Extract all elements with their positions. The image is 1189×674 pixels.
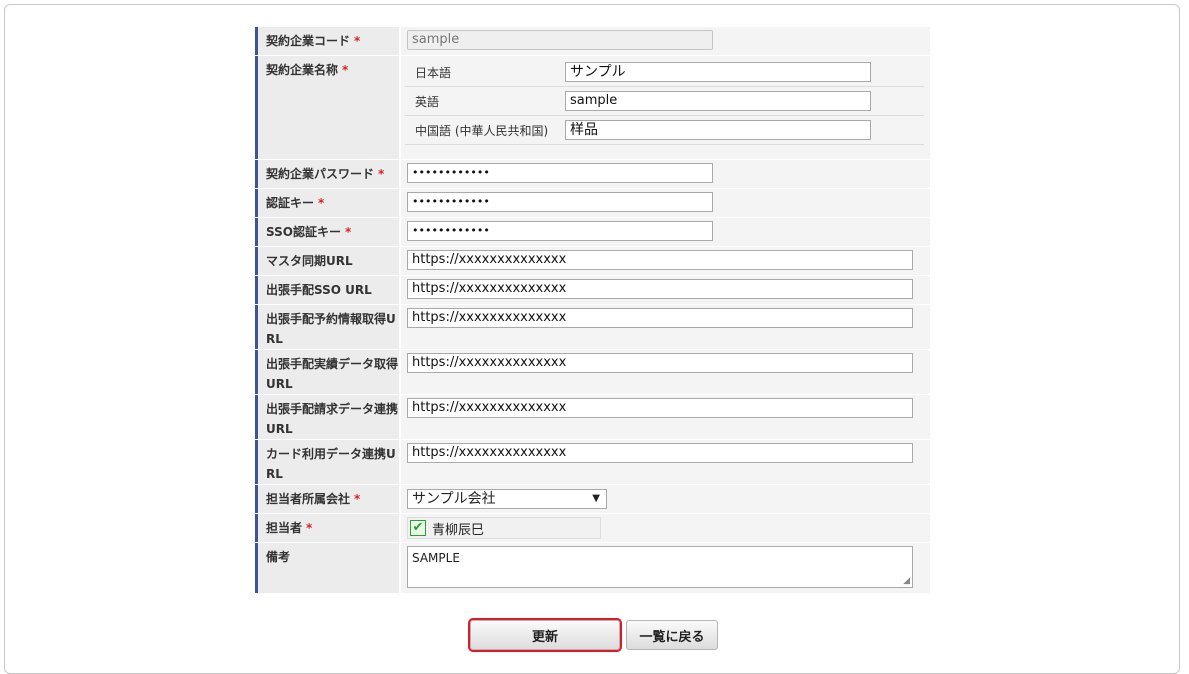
name-ja-input[interactable]: サンプル	[565, 62, 871, 82]
name-en-input[interactable]: sample	[565, 91, 871, 111]
row-contact-company: 担当者所属会社 * サンプル会社 ▼	[255, 485, 930, 514]
update-button[interactable]: 更新	[468, 618, 622, 652]
row-trip-actual-url: 出張手配実績データ取得URL https://xxxxxxxxxxxxxx	[255, 350, 930, 395]
trip-booking-url-input[interactable]: https://xxxxxxxxxxxxxx	[407, 308, 913, 328]
label-company-code: 契約企業コード *	[255, 27, 399, 55]
password-input[interactable]: ••••••••••••	[407, 163, 713, 183]
chevron-down-icon: ▼	[592, 493, 600, 504]
row-trip-billing-url: 出張手配請求データ連携URL https://xxxxxxxxxxxxxx	[255, 395, 930, 440]
row-contact-person: 担当者 * ✔ 青柳辰巳	[255, 514, 930, 543]
auth-key-input[interactable]: ••••••••••••	[407, 192, 713, 212]
company-form: 契約企業コード * sample 契約企業名称 * 日本語 サンプル 英語 samp…	[255, 27, 930, 594]
trip-billing-url-input[interactable]: https://xxxxxxxxxxxxxx	[407, 398, 913, 418]
remarks-textarea[interactable]: SAMPLE ◢	[407, 546, 913, 588]
sso-key-input[interactable]: ••••••••••••	[407, 221, 713, 241]
card-data-url-input[interactable]: https://xxxxxxxxxxxxxx	[407, 443, 913, 463]
trip-sso-url-input[interactable]: https://xxxxxxxxxxxxxx	[407, 279, 913, 299]
row-master-sync-url: マスタ同期URL https://xxxxxxxxxxxxxx	[255, 247, 930, 276]
row-trip-sso-url: 出張手配SSO URL https://xxxxxxxxxxxxxx	[255, 276, 930, 305]
lang-row-ja: 日本語 サンプル	[405, 58, 924, 87]
checkmark-icon[interactable]: ✔	[410, 520, 426, 536]
label-company-name: 契約企業名称 *	[255, 56, 399, 159]
row-company-code: 契約企業コード * sample	[255, 27, 930, 56]
row-trip-booking-url: 出張手配予約情報取得URL https://xxxxxxxxxxxxxx	[255, 305, 930, 350]
row-company-name: 契約企業名称 * 日本語 サンプル 英語 sample 中国語 (中華人民共和国)…	[255, 56, 930, 160]
action-buttons: 更新 一覧に戻る	[468, 618, 718, 652]
row-remarks: 備考 SAMPLE ◢	[255, 543, 930, 594]
contact-person-field[interactable]: ✔ 青柳辰巳	[407, 517, 601, 539]
row-password: 契約企業パスワード * ••••••••••••	[255, 160, 930, 189]
contact-company-select[interactable]: サンプル会社 ▼	[407, 489, 607, 509]
company-code-field: sample	[407, 30, 713, 50]
row-auth-key: 認証キー * ••••••••••••	[255, 189, 930, 218]
name-zh-input[interactable]: 样品	[565, 120, 871, 140]
back-to-list-button[interactable]: 一覧に戻る	[626, 620, 718, 650]
trip-actual-url-input[interactable]: https://xxxxxxxxxxxxxx	[407, 353, 913, 373]
row-sso-key: SSO認証キー * ••••••••••••	[255, 218, 930, 247]
row-card-data-url: カード利用データ連携URL https://xxxxxxxxxxxxxx	[255, 440, 930, 485]
master-sync-url-input[interactable]: https://xxxxxxxxxxxxxx	[407, 250, 913, 270]
lang-row-en: 英語 sample	[405, 87, 924, 116]
lang-row-zh: 中国語 (中華人民共和国) 样品	[405, 116, 924, 145]
resize-grip-icon[interactable]: ◢	[903, 576, 910, 586]
